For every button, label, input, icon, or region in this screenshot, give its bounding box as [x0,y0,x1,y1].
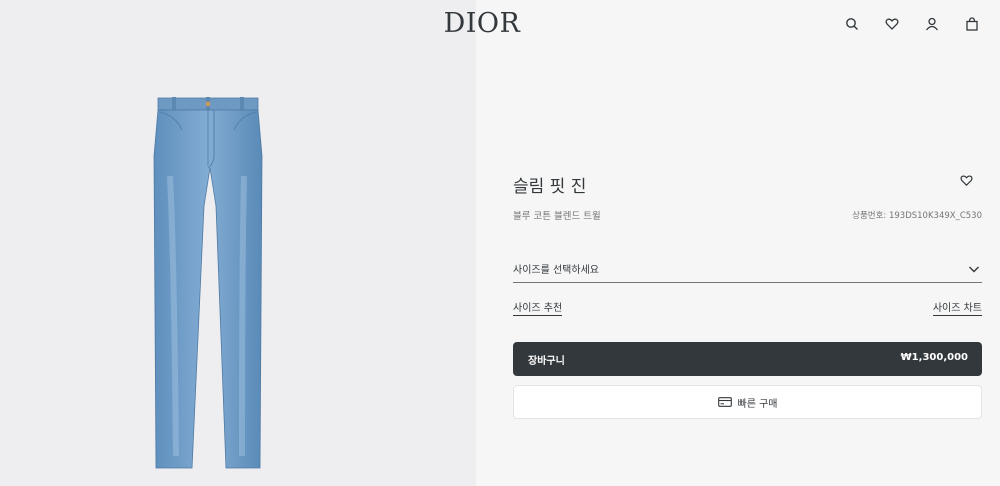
quick-buy-label: 빠른 구매 [737,398,778,410]
product-price: ₩1,300,000 [900,352,968,363]
product-image-panel [0,0,476,486]
quick-buy-button[interactable]: 빠른 구매 [513,385,982,419]
size-select-placeholder: 사이즈를 선택하세요 [513,265,599,276]
add-to-wishlist-heart-icon[interactable] [960,172,976,188]
product-title: 슬림 핏 진 [513,177,587,197]
add-to-cart-label: 장바구니 [528,356,565,367]
search-icon[interactable] [832,14,872,34]
size-chart-link[interactable]: 사이즈 차트 [932,299,982,316]
header-icon-bar [832,14,992,34]
user-icon[interactable] [912,14,952,34]
card-icon [717,397,732,407]
heart-icon[interactable] [872,14,912,34]
product-material: 블루 코튼 블렌드 트윌 [513,211,601,222]
product-image-jeans[interactable] [150,96,266,470]
shopping-bag-icon[interactable] [952,14,992,34]
product-reference: 상품번호: 193DS10K349X_C530 [852,211,982,221]
dior-logo[interactable]: DIOR [440,8,524,40]
size-recommendation-link[interactable]: 사이즈 추천 [513,299,563,316]
add-to-cart-button[interactable]: 장바구니 ₩1,300,000 [513,342,982,376]
size-select-dropdown[interactable]: 사이즈를 선택하세요 [513,258,982,283]
chevron-down-icon [969,266,979,273]
